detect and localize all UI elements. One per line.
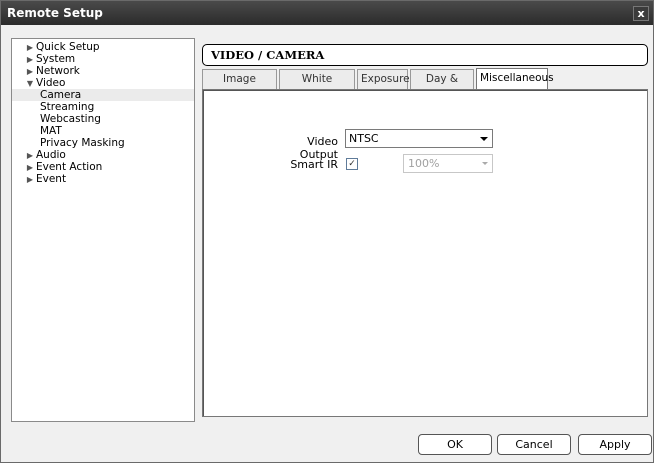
- close-icon[interactable]: x: [633, 6, 649, 21]
- tree-item-label: Webcasting: [40, 113, 101, 125]
- tree-item-audio[interactable]: ▶ Audio: [12, 149, 194, 161]
- tree-item-label: System: [36, 53, 76, 65]
- tab-image-sensor[interactable]: Image Sensor: [202, 69, 277, 103]
- tree-item-video[interactable]: ▼ Video: [12, 77, 194, 89]
- title-bar[interactable]: Remote Setup x: [1, 1, 653, 25]
- tree-item-quick-setup[interactable]: ▶ Quick Setup: [12, 41, 194, 53]
- apply-button[interactable]: Apply: [578, 434, 652, 455]
- settings-tree: ▶ Quick Setup ▶ System ▶ Network ▼ Video Cam…: [11, 38, 195, 422]
- dropdown-arrow-icon: [482, 162, 488, 165]
- tree-item-label: Event: [36, 173, 67, 185]
- tree-item-label: Streaming: [40, 101, 95, 113]
- tree-item-network[interactable]: ▶ Network: [12, 65, 194, 77]
- smart-ir-level-select[interactable]: 100%: [403, 154, 493, 173]
- smart-ir-level-value: 100%: [408, 157, 440, 170]
- video-output-select[interactable]: NTSC: [345, 129, 493, 148]
- tree-item-label: Camera: [40, 89, 82, 101]
- remote-setup-window: Remote Setup x ▶ Quick Setup ▶ System ▶ Net…: [0, 0, 654, 463]
- window-title: Remote Setup: [7, 6, 103, 20]
- tree-item-mat[interactable]: MAT: [12, 125, 194, 137]
- smart-ir-checkbox[interactable]: ✓: [346, 158, 358, 170]
- dropdown-arrow-icon: [480, 137, 488, 141]
- tab-day-night[interactable]: Day & Night: [410, 69, 474, 103]
- tree-item-label: Privacy Masking: [40, 137, 125, 149]
- tab-miscellaneous[interactable]: Miscellaneous: [476, 68, 554, 89]
- tree-item-camera[interactable]: Camera: [12, 89, 194, 101]
- tree-item-system[interactable]: ▶ System: [12, 53, 194, 65]
- section-title: VIDEO / CAMERA: [211, 48, 325, 62]
- tree-item-streaming[interactable]: Streaming: [12, 101, 194, 113]
- section-header: VIDEO / CAMERA: [202, 44, 648, 66]
- tree-item-label: Network: [36, 65, 80, 77]
- tree-item-label: Audio: [36, 149, 66, 161]
- tree-item-label: MAT: [40, 125, 62, 137]
- expand-arrow-icon[interactable]: ▶: [24, 174, 36, 186]
- tree-item-label: Video: [36, 77, 66, 89]
- video-output-value: NTSC: [349, 132, 379, 145]
- tree-item-privacy-masking[interactable]: Privacy Masking: [12, 137, 194, 149]
- ok-button[interactable]: OK: [418, 434, 492, 455]
- tree-item-label: Quick Setup: [36, 41, 100, 53]
- tab-white-balance[interactable]: White Balance: [279, 69, 355, 103]
- tree-item-event-action[interactable]: ▶ Event Action: [12, 161, 194, 173]
- tab-exposure[interactable]: Exposure: [357, 69, 410, 89]
- tree-item-webcasting[interactable]: Webcasting: [12, 113, 194, 125]
- smart-ir-label: Smart IR: [290, 158, 338, 171]
- cancel-button[interactable]: Cancel: [497, 434, 571, 455]
- tree-item-event[interactable]: ▶ Event: [12, 173, 194, 185]
- tree-item-label: Event Action: [36, 161, 103, 173]
